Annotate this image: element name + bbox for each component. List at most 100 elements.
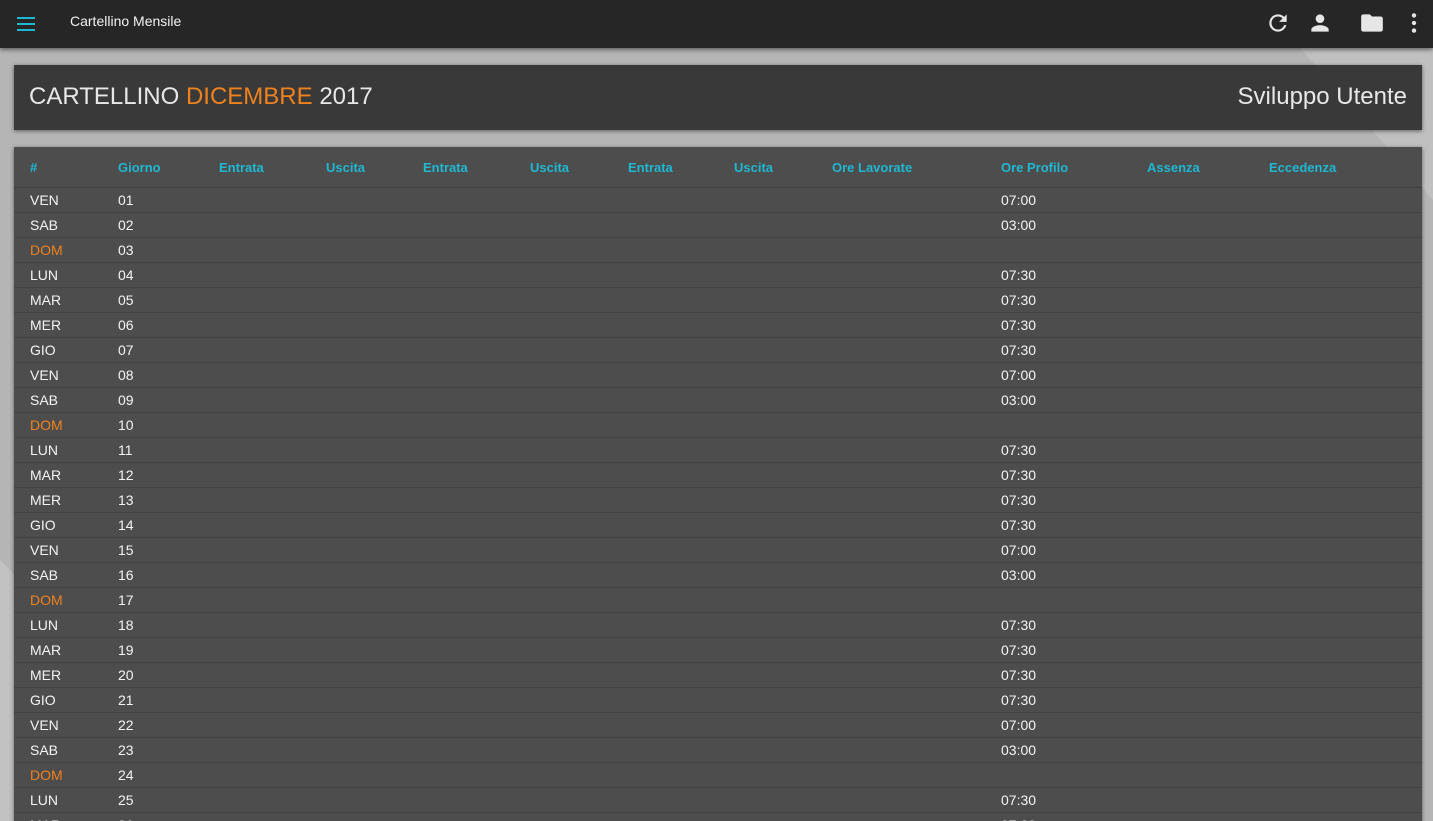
empty-cell [203,712,310,738]
table-row[interactable]: LUN 25 07:30 [14,787,1422,813]
column-header[interactable]: Uscita [310,147,407,188]
empty-cell [1253,337,1422,363]
empty-cell [203,287,310,313]
empty-cell [1253,362,1422,388]
empty-cell [514,387,612,413]
more-vert-icon[interactable] [1401,10,1427,36]
date-cell: 13 [102,487,203,513]
date-cell: 14 [102,512,203,538]
table-row[interactable]: VEN 15 07:00 [14,537,1422,563]
table-row[interactable]: VEN 22 07:00 [14,712,1422,738]
profile-hours-cell: 07:00 [985,537,1131,563]
empty-cell [310,737,407,763]
weekday-cell: VEN [14,187,102,213]
column-header[interactable]: # [14,147,102,188]
profile-hours-cell: 07:00 [985,362,1131,388]
empty-cell [816,537,985,563]
empty-cell [407,637,514,663]
account-icon[interactable] [1307,10,1333,36]
table-row[interactable]: DOM 24 [14,762,1422,788]
column-header[interactable]: Entrata [203,147,310,188]
empty-cell [407,237,514,263]
empty-cell [514,712,612,738]
table-row[interactable]: LUN 04 07:30 [14,262,1422,288]
column-header[interactable]: Uscita [718,147,816,188]
empty-cell [1131,287,1253,313]
table-row[interactable]: SAB 16 03:00 [14,562,1422,588]
table-row[interactable]: SAB 23 03:00 [14,737,1422,763]
weekday-cell: DOM [14,237,102,263]
empty-cell [203,812,310,821]
table-row[interactable]: LUN 18 07:30 [14,612,1422,638]
table-row[interactable]: GIO 14 07:30 [14,512,1422,538]
empty-cell [612,512,718,538]
table-row[interactable]: GIO 21 07:30 [14,687,1422,713]
refresh-icon[interactable] [1265,10,1291,36]
column-header[interactable]: Eccedenza [1253,147,1422,188]
weekday-cell: SAB [14,562,102,588]
empty-cell [816,637,985,663]
date-cell: 17 [102,587,203,613]
table-row[interactable]: MAR26 07:30 [14,812,1422,821]
table-row[interactable]: MAR 05 07:30 [14,287,1422,313]
table-row[interactable]: LUN 11 07:30 [14,437,1422,463]
table-row[interactable]: SAB 02 03:00 [14,212,1422,238]
table-row[interactable]: MER 13 07:30 [14,487,1422,513]
folder-icon[interactable] [1358,10,1384,36]
table-row[interactable]: DOM 03 [14,237,1422,263]
empty-cell [816,287,985,313]
date-cell: 23 [102,737,203,763]
table-row[interactable]: VEN 08 07:00 [14,362,1422,388]
empty-cell [718,387,816,413]
column-header[interactable]: Ore Profilo [985,147,1131,188]
table-row[interactable]: MAR 12 07:30 [14,462,1422,488]
empty-cell [407,487,514,513]
table-row[interactable]: GIO 07 07:30 [14,337,1422,363]
empty-cell [816,737,985,763]
table-row[interactable]: DOM 17 [14,587,1422,613]
empty-cell [1253,487,1422,513]
empty-cell [612,787,718,813]
menu-icon[interactable] [14,12,38,36]
column-header[interactable]: Assenza [1131,147,1253,188]
empty-cell [1131,662,1253,688]
empty-cell [203,612,310,638]
profile-hours-cell [985,237,1131,263]
empty-cell [203,362,310,388]
table-row[interactable]: DOM 10 [14,412,1422,438]
table-row[interactable]: MER 06 07:30 [14,312,1422,338]
empty-cell [816,662,985,688]
empty-cell [816,212,985,238]
empty-cell [816,712,985,738]
table-row[interactable]: MAR 19 07:30 [14,637,1422,663]
empty-cell [1253,737,1422,763]
empty-cell [203,587,310,613]
column-header[interactable]: Entrata [612,147,718,188]
empty-cell [407,687,514,713]
table-row[interactable]: SAB 09 03:00 [14,387,1422,413]
empty-cell [514,562,612,588]
table-row[interactable]: MER 20 07:30 [14,662,1422,688]
column-header[interactable]: Uscita [514,147,612,188]
empty-cell [612,362,718,388]
empty-cell [407,662,514,688]
empty-cell [612,737,718,763]
table-row[interactable]: VEN 01 07:00 [14,187,1422,213]
date-cell: 12 [102,462,203,488]
table-body: VEN 01 07:00 SAB 02 03:00 DOM 03 LUN 04 07:30 MAR 05… [14,187,1422,821]
empty-cell [407,562,514,588]
column-header[interactable]: Entrata [407,147,514,188]
empty-cell [816,787,985,813]
empty-cell [816,337,985,363]
empty-cell [407,337,514,363]
empty-cell [514,262,612,288]
column-header[interactable]: Ore Lavorate [816,147,985,188]
empty-cell [407,262,514,288]
empty-cell [816,687,985,713]
empty-cell [1253,687,1422,713]
empty-cell [203,687,310,713]
column-header[interactable]: Giorno [102,147,203,188]
weekday-cell: SAB [14,387,102,413]
date-cell: 15 [102,537,203,563]
empty-cell [407,512,514,538]
